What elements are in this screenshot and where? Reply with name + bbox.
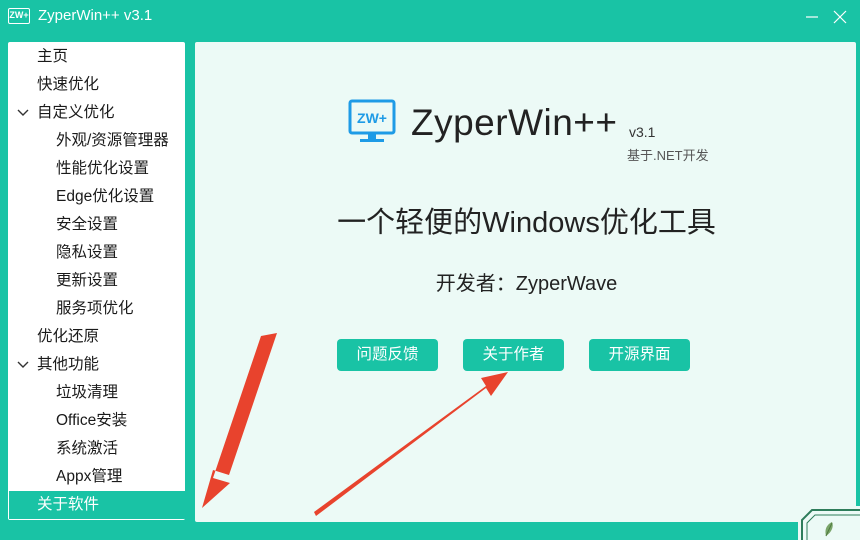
about-panel: ZW+ ZyperWin++ v3.1 基于.NET开发 一个轻便的Window… <box>194 41 857 523</box>
tagline: 一个轻便的Windows优化工具 <box>337 207 716 239</box>
sidebar-item-other-functions[interactable]: 其他功能 <box>9 351 185 379</box>
sidebar-item-performance[interactable]: 性能优化设置 <box>9 155 185 183</box>
chevron-down-icon[interactable] <box>17 108 29 118</box>
sidebar-item-label: 隐私设置 <box>56 244 119 261</box>
sidebar-item-label: Appx管理 <box>56 468 123 485</box>
version-label: v3.1 <box>629 124 656 140</box>
sidebar-item-custom-optimize[interactable]: 自定义优化 <box>9 99 185 127</box>
sidebar-item-appearance-explorer[interactable]: 外观/资源管理器 <box>9 127 185 155</box>
window-title: ZyperWin++ v3.1 <box>38 7 153 24</box>
sidebar-item-label: Office安装 <box>56 412 128 429</box>
sidebar-item-label: 快速优化 <box>37 76 100 93</box>
minimize-button[interactable] <box>798 4 826 30</box>
feedback-button[interactable]: 问题反馈 <box>337 339 438 371</box>
sidebar-item-label: 垃圾清理 <box>56 384 119 401</box>
logo-text: ZW+ <box>357 110 387 126</box>
corner-decoration <box>798 506 860 540</box>
sidebar-item-label: 外观/资源管理器 <box>56 132 169 149</box>
sidebar-item-services[interactable]: 服务项优化 <box>9 295 185 323</box>
minimize-icon <box>806 16 818 18</box>
sidebar-item-activation[interactable]: 系统激活 <box>9 435 185 463</box>
close-icon <box>833 10 847 24</box>
sidebar-item-label: Edge优化设置 <box>56 188 155 205</box>
sidebar-item-label: 优化还原 <box>37 328 100 345</box>
app-logo-icon: ZW+ <box>8 8 30 24</box>
sidebar-item-update[interactable]: 更新设置 <box>9 267 185 295</box>
sidebar-item-quick-optimize[interactable]: 快速优化 <box>9 71 185 99</box>
sidebar-item-label: 其他功能 <box>37 356 100 373</box>
sidebar-item-restore[interactable]: 优化还原 <box>9 323 185 351</box>
sidebar-item-appx[interactable]: Appx管理 <box>9 463 185 491</box>
sidebar-item-label: 主页 <box>37 48 69 65</box>
sidebar-item-security[interactable]: 安全设置 <box>9 211 185 239</box>
sidebar-item-about[interactable]: 关于软件 <box>9 491 185 519</box>
based-on-label: 基于.NET开发 <box>627 148 709 163</box>
sidebar-item-edge[interactable]: Edge优化设置 <box>9 183 185 211</box>
developer-label: 开发者：ZyperWave <box>435 273 618 295</box>
open-source-button[interactable]: 开源界面 <box>589 339 690 371</box>
sidebar-nav: 主页 快速优化 自定义优化 外观/资源管理器 性能优化设置 Edge优化设置 安… <box>7 41 186 521</box>
sidebar-item-privacy[interactable]: 隐私设置 <box>9 239 185 267</box>
sidebar-item-label: 关于软件 <box>37 496 100 513</box>
chevron-down-icon[interactable] <box>17 360 29 370</box>
about-author-button[interactable]: 关于作者 <box>463 339 564 371</box>
sidebar-item-label: 系统激活 <box>56 440 119 457</box>
title-bar: ZW+ ZyperWin++ v3.1 <box>0 0 860 34</box>
sidebar-item-label: 自定义优化 <box>37 104 115 121</box>
sidebar-item-label: 安全设置 <box>56 216 119 233</box>
sidebar-item-label: 性能优化设置 <box>56 160 150 177</box>
sidebar-item-home[interactable]: 主页 <box>9 43 185 71</box>
sidebar-item-label: 服务项优化 <box>56 300 134 317</box>
app-name: ZyperWin++ <box>411 102 618 143</box>
sidebar-item-label: 更新设置 <box>56 272 119 289</box>
sidebar-item-office-install[interactable]: Office安装 <box>9 407 185 435</box>
monitor-logo-icon: ZW+ <box>348 99 396 142</box>
close-button[interactable] <box>826 4 854 30</box>
sidebar-item-junk-clean[interactable]: 垃圾清理 <box>9 379 185 407</box>
